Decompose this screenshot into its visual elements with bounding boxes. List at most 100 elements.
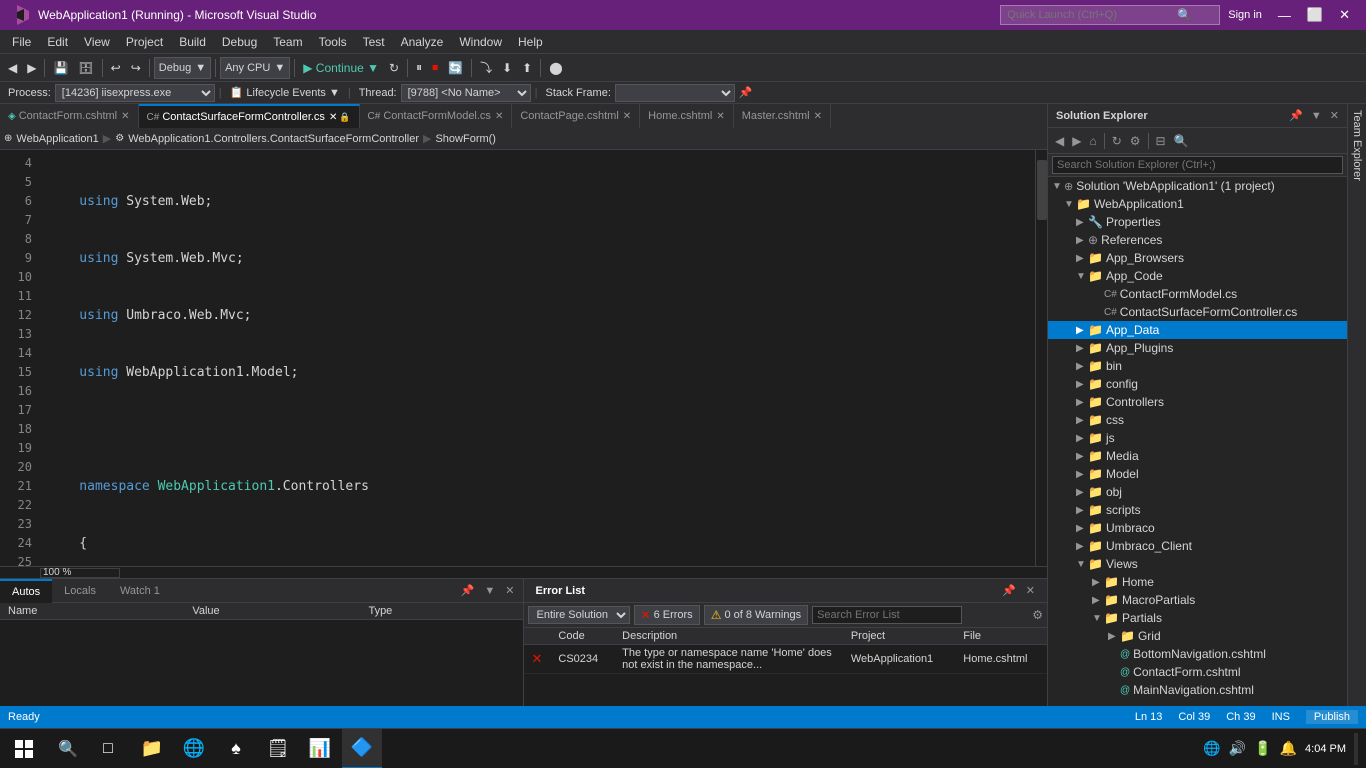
close-icon[interactable]: ✕ [121, 111, 129, 122]
tree-bottomnav[interactable]: @ BottomNavigation.cshtml [1048, 645, 1347, 663]
restart-button[interactable]: 🔄 [444, 59, 467, 77]
continue-button[interactable]: ▶ Continue ▼ [299, 59, 383, 77]
thread-dropdown[interactable]: [9788] <No Name> [401, 84, 531, 102]
breakpoints-button[interactable]: ⬤ [545, 59, 566, 77]
publish-button[interactable]: Publish [1306, 710, 1358, 724]
error-settings-button[interactable]: ⚙ [1032, 608, 1043, 622]
code-lines[interactable]: using System.Web; using System.Web.Mvc; … [40, 150, 1035, 566]
breadcrumb-class[interactable]: WebApplication1.Controllers.ContactSurfa… [128, 133, 419, 145]
error-col-file[interactable]: File [955, 628, 1047, 645]
tree-references[interactable]: ▶ ⊕ References [1048, 231, 1347, 249]
show-desktop-button[interactable] [1354, 733, 1358, 765]
speaker-icon[interactable]: 🔊 [1229, 740, 1246, 757]
tree-properties[interactable]: ▶ 🔧 Properties [1048, 213, 1347, 231]
cpu-dropdown[interactable]: Any CPU ▼ [220, 57, 290, 79]
code-editor[interactable]: 45678910111213141516171819202122232425 u… [0, 150, 1047, 566]
edge-taskbar-icon[interactable]: 🌐 [174, 729, 214, 768]
tab-contactsurfaceformcontroller[interactable]: C# ContactSurfaceFormController.cs ✕ 🔒 [139, 104, 360, 128]
tree-grid[interactable]: ▶ 📁 Grid [1048, 627, 1347, 645]
back-button[interactable]: ◀ [4, 59, 21, 77]
tree-macropartials[interactable]: ▶ 📁 MacroPartials [1048, 591, 1347, 609]
se-refresh-button[interactable]: ↻ [1109, 132, 1125, 150]
network-icon[interactable]: 🌐 [1203, 740, 1220, 757]
tab-contactformmodel[interactable]: C# ContactFormModel.cs ✕ [360, 104, 513, 128]
menu-item-analyze[interactable]: Analyze [393, 33, 452, 51]
se-settings-button[interactable]: ⚙ [1127, 132, 1144, 150]
close-icon[interactable]: ✕ [495, 111, 503, 122]
horizontal-scroll[interactable]: 100 % [0, 566, 1047, 578]
close-icon[interactable]: ✕ [814, 111, 822, 122]
pin-panel-button[interactable]: 📌 [457, 582, 479, 599]
se-dropdown-button[interactable]: ▼ [1307, 108, 1326, 124]
tab-contactform[interactable]: ◈ ContactForm.cshtml ✕ [0, 104, 139, 128]
forward-button[interactable]: ▶ [23, 59, 40, 77]
sign-in-link[interactable]: Sign in [1228, 9, 1262, 21]
save-all-button[interactable]: 🗄 [74, 59, 97, 77]
breadcrumb-method[interactable]: ShowForm() [435, 133, 496, 145]
tree-app-browsers[interactable]: ▶ 📁 App_Browsers [1048, 249, 1347, 267]
tree-controllers[interactable]: ▶ 📁 Controllers [1048, 393, 1347, 411]
title-search-input[interactable] [1007, 9, 1177, 21]
error-col-project[interactable]: Project [843, 628, 955, 645]
save-button[interactable]: 💾 [49, 59, 72, 77]
stack-dropdown[interactable] [615, 84, 735, 102]
step-out-button[interactable]: ⬆ [518, 59, 536, 77]
redo-button[interactable]: ↪ [127, 59, 145, 77]
process-dropdown[interactable]: [14236] iisexpress.exe [55, 84, 215, 102]
tree-app-data[interactable]: ▶ 📁 App_Data [1048, 321, 1347, 339]
menu-item-project[interactable]: Project [118, 33, 171, 51]
excel-taskbar-icon[interactable]: 📊 [300, 729, 340, 768]
task-view-button[interactable]: □ [88, 729, 128, 768]
tree-umbraco[interactable]: ▶ 📁 Umbraco [1048, 519, 1347, 537]
menu-item-team[interactable]: Team [265, 33, 310, 51]
close-icon[interactable]: ✕ [716, 111, 724, 122]
error-col-code[interactable]: Code [550, 628, 614, 645]
tree-app-code[interactable]: ▼ 📁 App_Code [1048, 267, 1347, 285]
step-over-button[interactable]: ⤵ [476, 57, 496, 78]
se-home-button[interactable]: ⌂ [1086, 132, 1099, 150]
se-search-input[interactable] [1052, 156, 1343, 174]
tree-model[interactable]: ▶ 📁 Model [1048, 465, 1347, 483]
warnings-button[interactable]: ⚠ 0 of 8 Warnings [704, 605, 808, 625]
close-icon[interactable]: ✕ [329, 112, 337, 123]
undo-button[interactable]: ↩ [107, 59, 125, 77]
tree-partials[interactable]: ▼ 📁 Partials [1048, 609, 1347, 627]
restore-button[interactable]: ⬜ [1299, 5, 1331, 25]
se-collapse-button[interactable]: ⊟ [1153, 132, 1169, 150]
error-col-desc[interactable]: Description [614, 628, 843, 645]
se-pin-button[interactable]: 📌 [1285, 107, 1307, 124]
notification-icon[interactable]: 🔔 [1280, 740, 1297, 757]
tree-home[interactable]: ▶ 📁 Home [1048, 573, 1347, 591]
vertical-scrollbar[interactable] [1035, 150, 1047, 566]
close-error-button[interactable]: ✕ [1022, 582, 1039, 599]
menu-item-help[interactable]: Help [510, 33, 551, 51]
tab-autos[interactable]: Autos [0, 579, 52, 603]
tree-config[interactable]: ▶ 📁 config [1048, 375, 1347, 393]
search-taskbar-button[interactable]: 🔍 [48, 729, 88, 768]
tree-solution[interactable]: ▼ ⊕ Solution 'WebApplication1' (1 projec… [1048, 177, 1347, 195]
tree-media[interactable]: ▶ 📁 Media [1048, 447, 1347, 465]
menu-item-build[interactable]: Build [171, 33, 214, 51]
tree-app-plugins[interactable]: ▶ 📁 App_Plugins [1048, 339, 1347, 357]
notepad-taskbar-icon[interactable]: 🗒 [258, 729, 298, 768]
menu-item-view[interactable]: View [76, 33, 118, 51]
tree-scripts[interactable]: ▶ 📁 scripts [1048, 501, 1347, 519]
tree-contactform-cshtml[interactable]: @ ContactForm.cshtml [1048, 663, 1347, 681]
tab-contactpage[interactable]: ContactPage.cshtml ✕ [512, 104, 640, 128]
steam-taskbar-icon[interactable]: ♠ [216, 729, 256, 768]
pin-error-button[interactable]: 📌 [998, 582, 1020, 599]
tree-contactformmodel[interactable]: C# ContactFormModel.cs [1048, 285, 1347, 303]
breadcrumb-project[interactable]: WebApplication1 [16, 133, 98, 145]
menu-item-file[interactable]: File [4, 33, 39, 51]
menu-item-test[interactable]: Test [355, 33, 393, 51]
se-filter-button[interactable]: 🔍 [1171, 132, 1192, 150]
team-explorer-tab[interactable]: Team Explorer [1347, 104, 1366, 768]
tab-watch1[interactable]: Watch 1 [108, 579, 172, 603]
menu-item-edit[interactable]: Edit [39, 33, 76, 51]
start-button[interactable] [0, 729, 48, 768]
tree-mainnav[interactable]: @ MainNavigation.cshtml [1048, 681, 1347, 699]
step-into-button[interactable]: ⬇ [498, 59, 516, 77]
tab-locals[interactable]: Locals [52, 579, 108, 603]
clock[interactable]: 4:04 PM [1305, 743, 1346, 755]
se-close-button[interactable]: ✕ [1326, 107, 1343, 124]
